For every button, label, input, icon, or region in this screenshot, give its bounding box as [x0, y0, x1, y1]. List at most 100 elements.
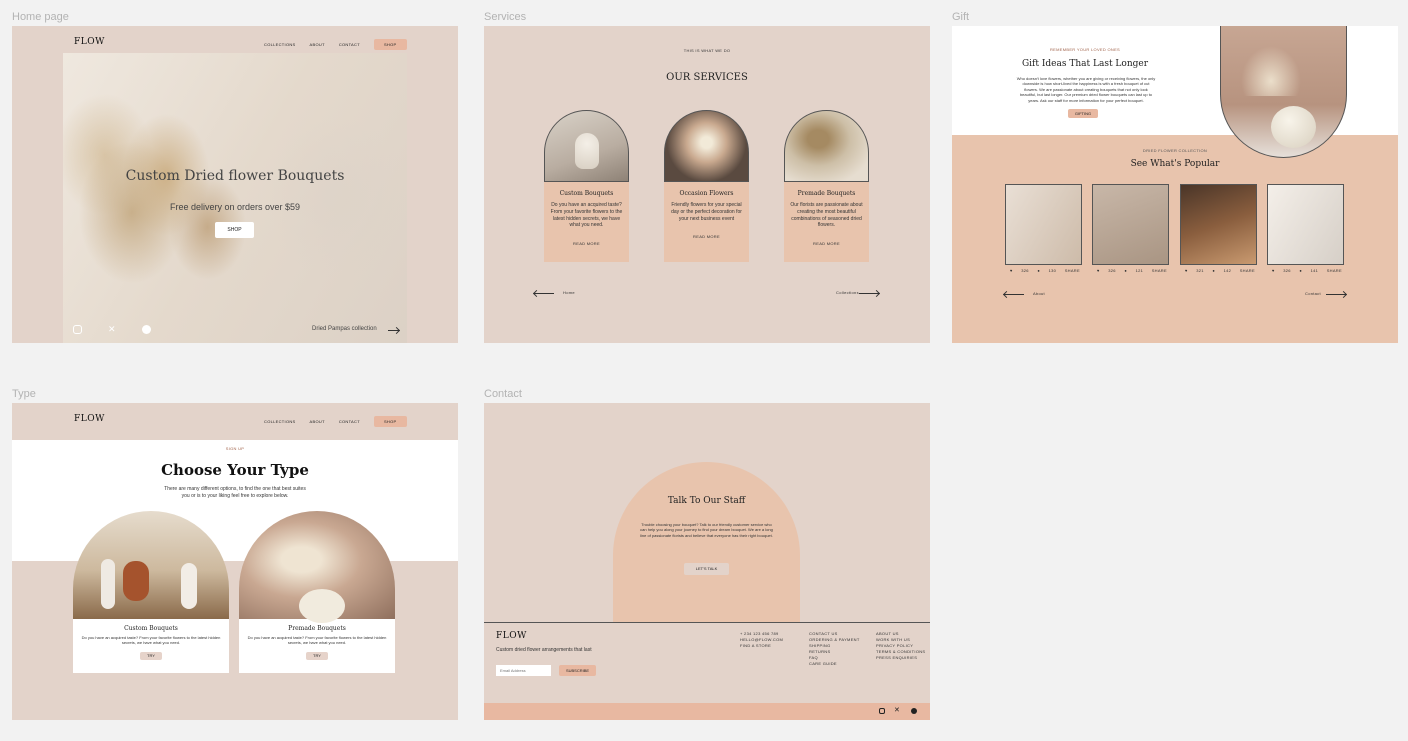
prev-link[interactable]: About	[1033, 291, 1045, 296]
service-card[interactable]: Premade Bouquets Our florists are passio…	[784, 110, 869, 262]
type-frame[interactable]: FLOW COLLECTIONS ABOUT CONTACT SHOP SIGN…	[12, 403, 458, 720]
try-button[interactable]: TRY	[306, 651, 328, 660]
footer-link[interactable]: CARE GUIDE	[809, 661, 860, 666]
lets-talk-button[interactable]: LET'S TALK	[684, 563, 729, 575]
read-more-link[interactable]: READ MORE	[669, 234, 744, 239]
arrow-right-icon[interactable]	[1326, 294, 1346, 295]
heart-icon[interactable]: ♥	[1272, 268, 1275, 273]
instagram-icon[interactable]	[879, 708, 885, 714]
main-nav: COLLECTIONS ABOUT CONTACT SHOP	[264, 39, 407, 50]
footer-link[interactable]: CONTACT US	[809, 631, 860, 636]
product-stats: ♥ 326 ● 130 SHARE	[1010, 268, 1080, 273]
comment-icon[interactable]: ●	[1212, 268, 1215, 273]
arrow-right-icon[interactable]	[388, 330, 399, 331]
comment-icon[interactable]: ●	[1299, 268, 1302, 273]
collection-link[interactable]: Dried Pampas collection	[312, 326, 377, 332]
shop-button[interactable]: SHOP	[373, 416, 407, 427]
footer-logo[interactable]: FLOW	[496, 631, 527, 641]
shop-button[interactable]: SHOP	[373, 39, 407, 50]
hero-shop-button[interactable]: SHOP	[215, 222, 254, 238]
read-more-link[interactable]: READ MORE	[549, 241, 624, 246]
arrow-left-icon[interactable]	[534, 293, 554, 294]
heart-icon[interactable]: ♥	[1010, 268, 1013, 273]
services-eyebrow: THIS IS WHAT WE DO	[683, 48, 731, 53]
logo[interactable]: FLOW	[74, 37, 105, 47]
share-link[interactable]: SHARE	[1152, 268, 1167, 273]
comment-icon[interactable]: ●	[1037, 268, 1040, 273]
footer-link[interactable]: SHIPPING	[809, 643, 860, 648]
facebook-icon[interactable]	[911, 708, 917, 714]
frame-label-home[interactable]: Home page	[12, 11, 69, 23]
footer-phone[interactable]: + 234 123 456 789	[740, 631, 783, 636]
gift-title: Gift Ideas That Last Longer	[1021, 59, 1149, 69]
share-link[interactable]: SHARE	[1240, 268, 1255, 273]
type-card[interactable]: Premade Bouquets Do you have an acquired…	[239, 511, 395, 673]
like-count: 326	[1021, 268, 1029, 273]
prev-link[interactable]: Home	[563, 290, 575, 295]
type-card[interactable]: Custom Bouquets Do you have an acquired …	[73, 511, 229, 673]
x-icon[interactable]: ✕	[894, 706, 900, 714]
read-more-link[interactable]: READ MORE	[789, 241, 864, 246]
footer-link[interactable]: PRIVACY POLICY	[876, 643, 925, 648]
comment-icon[interactable]: ●	[1124, 268, 1127, 273]
nav-contact[interactable]: CONTACT	[339, 42, 360, 47]
gift-frame[interactable]: REMEMBER YOUR LOVED ONES Gift Ideas That…	[952, 26, 1398, 343]
nav-about[interactable]: ABOUT	[310, 419, 325, 424]
footer-link[interactable]: RETURNS	[809, 649, 860, 654]
frame-label-type[interactable]: Type	[12, 388, 36, 400]
main-nav: COLLECTIONS ABOUT CONTACT SHOP	[264, 416, 407, 427]
frame-label-gift[interactable]: Gift	[952, 11, 969, 23]
contact-frame[interactable]: Talk To Our Staff Trouble choosing your …	[484, 403, 930, 720]
x-icon[interactable]: ✕	[108, 325, 116, 334]
service-card[interactable]: Occasion Flowers Friendly flowers for yo…	[664, 110, 749, 262]
try-button[interactable]: TRY	[140, 651, 162, 660]
product-image[interactable]	[1092, 184, 1169, 265]
frame-label-services[interactable]: Services	[484, 11, 526, 23]
footer-link[interactable]: WORK WITH US	[876, 637, 925, 642]
footer-store-link[interactable]: FIND A STORE	[740, 643, 783, 648]
service-text: Our florists are passionate about creati…	[790, 202, 863, 229]
email-input[interactable]	[496, 665, 551, 676]
type-title: Choose Your Type	[161, 461, 309, 479]
services-frame[interactable]: THIS IS WHAT WE DO OUR SERVICES Custom B…	[484, 26, 930, 343]
subscribe-button[interactable]: SUBSCRIBE	[559, 665, 596, 676]
service-image	[784, 110, 869, 182]
nav-contact[interactable]: CONTACT	[339, 419, 360, 424]
share-link[interactable]: SHARE	[1327, 268, 1342, 273]
arrow-left-icon[interactable]	[1004, 294, 1024, 295]
type-card-title: Custom Bouquets	[124, 625, 178, 632]
contact-title: Talk To Our Staff	[667, 496, 746, 506]
heart-icon[interactable]: ♥	[1097, 268, 1100, 273]
frame-label-contact[interactable]: Contact	[484, 388, 522, 400]
arrow-right-icon[interactable]	[859, 293, 879, 294]
nav-collections[interactable]: COLLECTIONS	[264, 419, 296, 424]
footer-email[interactable]: HELLO@FLOW.COM	[740, 637, 783, 642]
footer-link[interactable]: TERMS & CONDITIONS	[876, 649, 925, 654]
contact-text: Trouble choosing your bouquet? Talk to o…	[640, 522, 773, 538]
share-link[interactable]: SHARE	[1065, 268, 1080, 273]
next-link[interactable]: Contact	[1305, 291, 1321, 296]
instagram-icon[interactable]	[73, 325, 82, 334]
footer-link[interactable]: ORDERING & PAYMENT	[809, 637, 860, 642]
type-card-text: Do you have an acquired taste? From your…	[81, 635, 221, 646]
logo[interactable]: FLOW	[74, 414, 105, 424]
facebook-icon[interactable]	[141, 325, 151, 334]
footer-link[interactable]: FAQ	[809, 655, 860, 660]
service-card[interactable]: Custom Bouquets Do you have an acquired …	[544, 110, 629, 262]
next-link[interactable]: Collections	[836, 290, 859, 295]
home-frame[interactable]: FLOW COLLECTIONS ABOUT CONTACT SHOP Cust…	[12, 26, 458, 343]
product-image[interactable]	[1180, 184, 1257, 265]
gift-eyebrow: REMEMBER YOUR LOVED ONES	[1049, 47, 1121, 52]
nav-about[interactable]: ABOUT	[310, 42, 325, 47]
footer-link[interactable]: ABOUT US	[876, 631, 925, 636]
nav-collections[interactable]: COLLECTIONS	[264, 42, 296, 47]
type-image	[239, 511, 395, 623]
product-image[interactable]	[1267, 184, 1344, 265]
footer-link[interactable]: PRESS ENQUIRIES	[876, 655, 925, 660]
section-title: See What's Popular	[1130, 159, 1220, 169]
heart-icon[interactable]: ♥	[1185, 268, 1188, 273]
product-image[interactable]	[1005, 184, 1082, 265]
section-eyebrow: DRIED FLOWER COLLECTION	[1142, 148, 1208, 153]
gifting-button[interactable]: GIFTING	[1068, 109, 1098, 118]
comment-count: 130	[1048, 268, 1057, 273]
